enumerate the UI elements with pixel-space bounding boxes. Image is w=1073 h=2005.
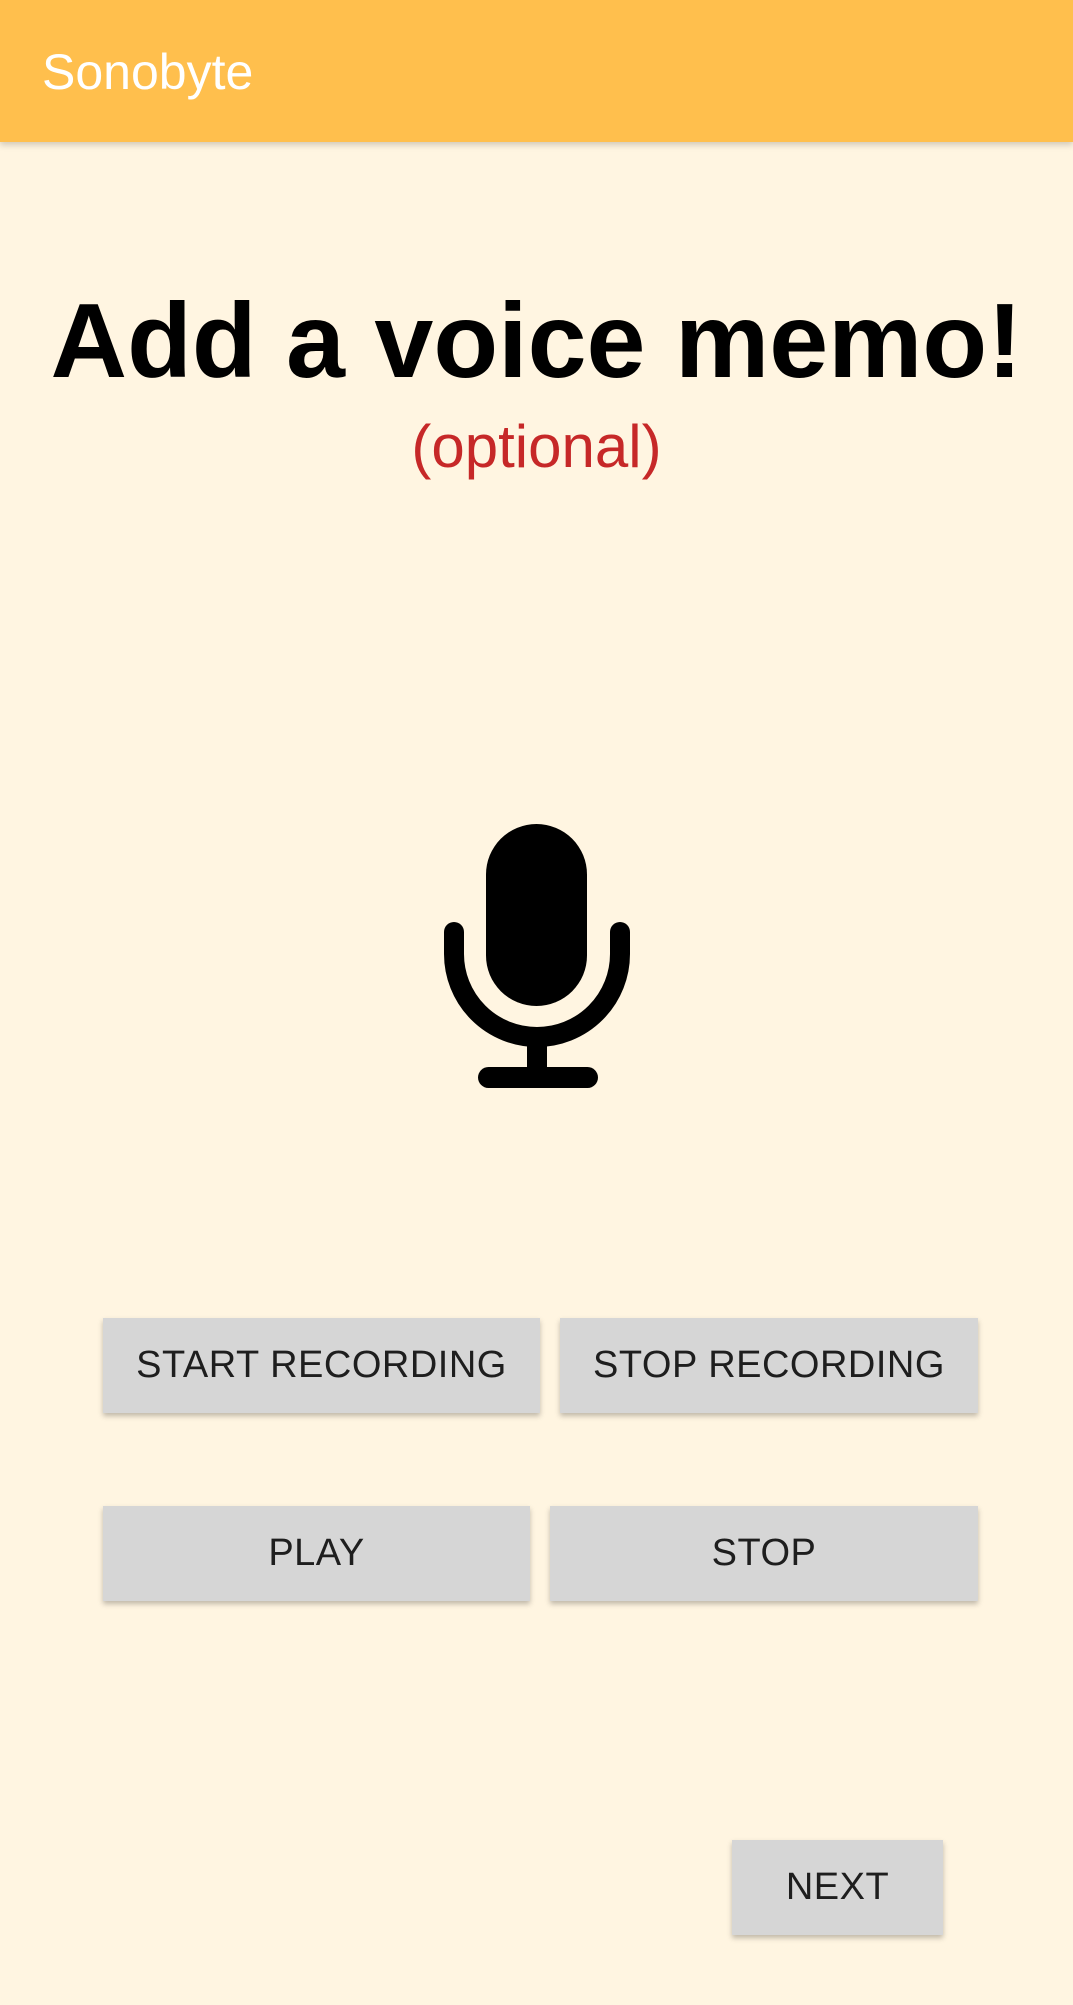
- play-button[interactable]: PLAY: [103, 1506, 530, 1601]
- app-bar: Sonobyte: [0, 0, 1073, 142]
- start-recording-button[interactable]: START RECORDING: [103, 1318, 540, 1413]
- stop-button[interactable]: STOP: [550, 1506, 978, 1601]
- optional-label: (optional): [411, 413, 662, 480]
- next-button[interactable]: NEXT: [732, 1840, 943, 1935]
- microphone-icon: [444, 822, 630, 1090]
- page-title: Add a voice memo!: [50, 282, 1023, 400]
- app-title: Sonobyte: [42, 44, 254, 100]
- stop-recording-button[interactable]: STOP RECORDING: [560, 1318, 978, 1413]
